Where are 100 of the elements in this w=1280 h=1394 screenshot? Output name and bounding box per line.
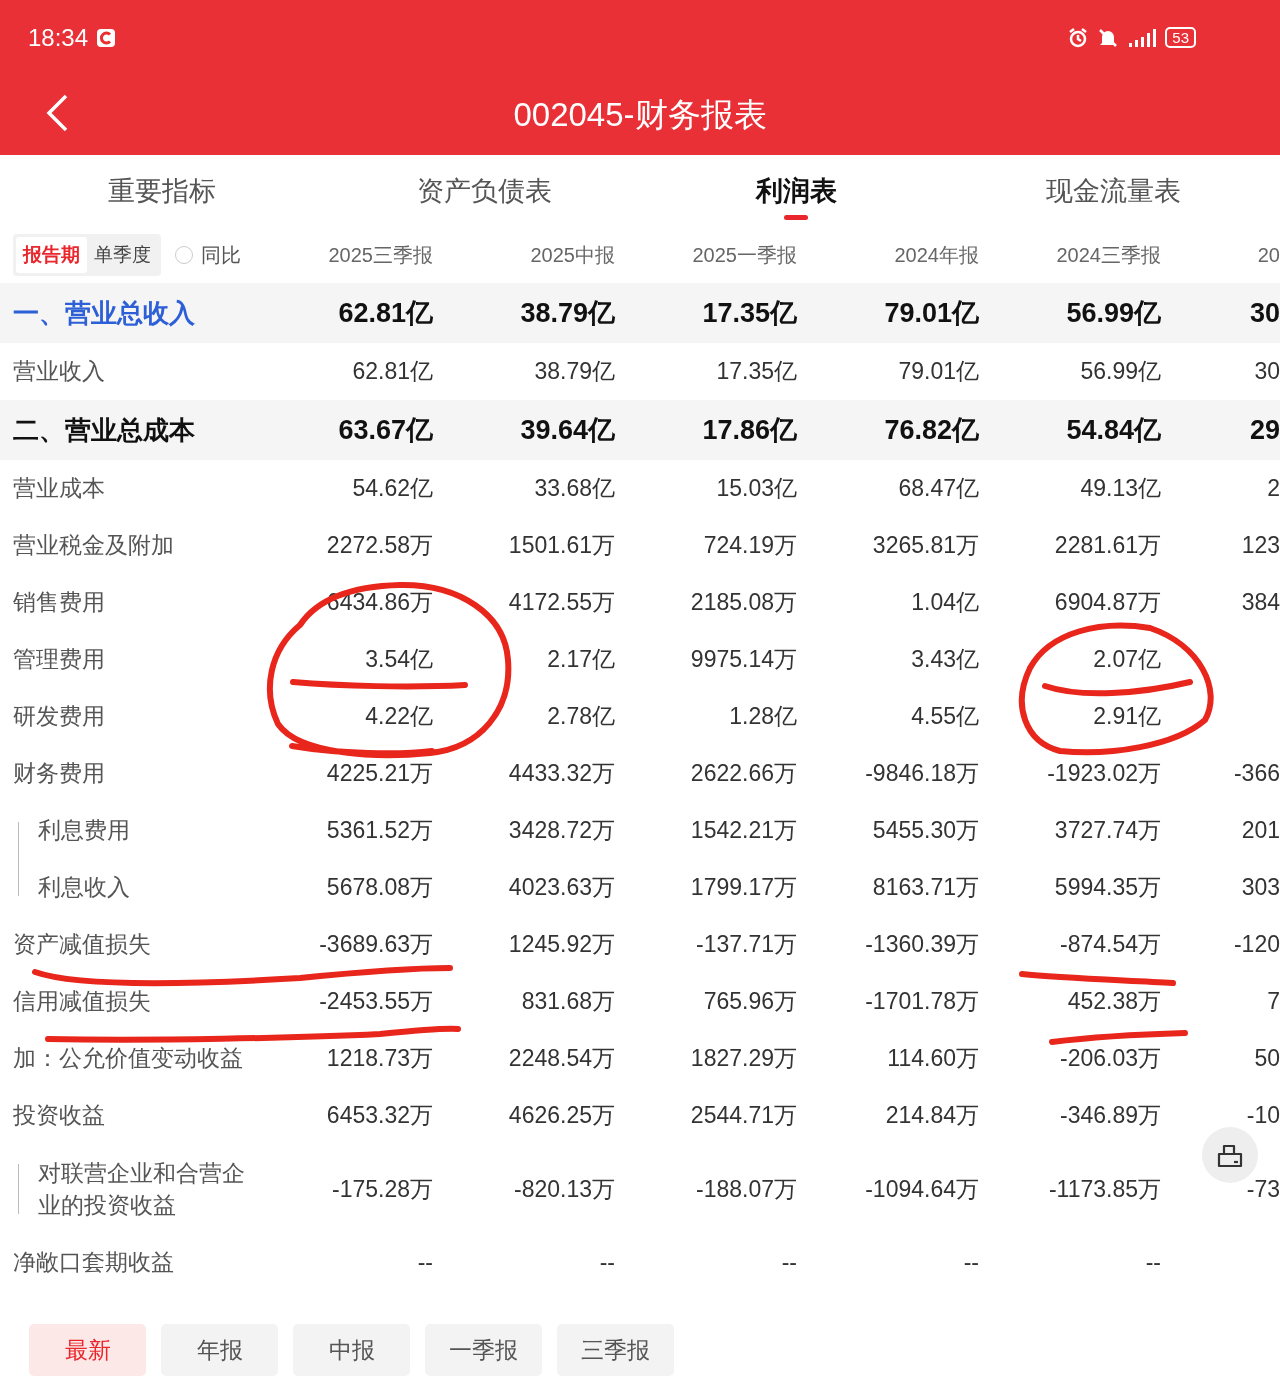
period-filter-button[interactable]: 最新 [29,1324,146,1376]
table-cell-text: -- [780,1249,797,1276]
table-cell-text: 54.84亿 [1065,414,1161,447]
table-cell-text: -137.71万 [695,930,797,959]
table-cell-text: 2185.08万 [689,588,797,617]
table-cell-text: -1173.85万 [1047,1174,1161,1204]
table-cell-text: 56.99亿 [1065,297,1161,330]
period-filter-button[interactable]: 三季报 [557,1324,674,1376]
table-cell-text: 7 [1266,988,1280,1015]
column-header: 2024年报 [893,242,979,268]
row-label: 营业税金及附加 [13,531,174,561]
table-cell-text: 2281.61万 [1053,531,1161,560]
table-cell-text: 3265.81万 [871,531,979,560]
app-notification-icon [96,27,117,48]
table-cell-text: 68.47亿 [897,474,979,503]
table-cell-text: -175.28万 [331,1174,433,1204]
table-cell-text: 5455.30万 [871,816,979,845]
table-cell-text: 49.13亿 [1079,474,1161,503]
table-cell-text: 63.67亿 [337,414,433,447]
table-cell-text: -9846.18万 [864,759,979,788]
table-cell-text: 2.78亿 [546,702,615,731]
table-cell-text: -1360.39万 [864,930,979,959]
status-time: 18:34 [28,23,89,52]
table-cell-text: 201 [1240,817,1280,844]
period-option[interactable]: 报告期 [16,237,87,273]
table-cell-text: -10 [1245,1102,1280,1129]
period-filter-button[interactable]: 年报 [161,1324,278,1376]
table-cell-text: 2248.54万 [507,1044,615,1073]
table-cell-text: 30 [1253,358,1280,385]
row-label: 净敞口套期收益 [13,1248,174,1278]
row-label: 研发费用 [13,702,105,732]
table-cell-text: 2.07亿 [1092,645,1161,674]
table-cell-text: -874.54万 [1059,930,1161,959]
period-filter-button[interactable]: 一季报 [425,1324,542,1376]
table-cell-text: 3727.74万 [1053,816,1161,845]
report-tab[interactable]: 现金流量表 [946,155,1280,227]
table-cell-text: -- [1144,1249,1161,1276]
table-cell-text: 62.81亿 [337,297,433,330]
signal-icon [1127,27,1158,48]
table-cell-text: 8163.71万 [871,873,979,902]
table-cell-text: 2.17亿 [546,645,615,674]
table-cell-text: 76.82亿 [883,414,979,447]
table-cell-text: 62.81亿 [351,357,433,386]
period-option[interactable]: 单季度 [87,237,158,273]
table-cell-text: 1799.17万 [689,873,797,902]
table-cell-text: 6453.32万 [325,1101,433,1130]
row-label: 资产减值损失 [13,930,151,960]
table-cell-text: 114.60万 [886,1044,979,1073]
row-label: 财务费用 [13,759,105,789]
table-cell-text: 2.91亿 [1092,702,1161,731]
row-label: 一、营业总收入 [13,296,195,330]
period-filter-button[interactable]: 中报 [293,1324,410,1376]
report-tab[interactable]: 资产负债表 [323,155,646,227]
table-cell-text: 123 [1240,532,1280,559]
table-cell-text: 765.96万 [702,987,797,1016]
row-label: 二、营业总成本 [13,413,195,447]
row-label: 投资收益 [13,1101,105,1131]
page-title: 002045-财务报表 [513,94,767,135]
table-cell-text: 29 [1248,414,1280,446]
yoy-label: 同比 [201,242,241,268]
table-cell-text: -346.89万 [1059,1101,1161,1130]
row-label: 对联营企业和合营企业的投资收益 [38,1158,246,1220]
table-cell-text: -3689.63万 [318,930,433,959]
table-cell-text: 79.01亿 [883,297,979,330]
row-label: 加：公允价值变动收益 [13,1044,243,1074]
battery-level: 53 [1165,27,1196,48]
table-cell-text: 9975.14万 [689,645,797,674]
table-cell-text: 1218.73万 [325,1044,433,1073]
table-cell-text: 2622.66万 [689,759,797,788]
table-cell-text: 4172.55万 [507,588,615,617]
table-cell-text: -1701.78万 [864,987,979,1016]
row-label: 管理费用 [13,645,105,675]
back-icon[interactable] [44,93,70,133]
table-cell-text: 2544.71万 [689,1101,797,1130]
table-cell-text: 3428.72万 [507,816,615,845]
table-cell-text: -73 [1245,1175,1280,1203]
table-cell-text: -820.13万 [513,1174,615,1204]
column-header: 2025一季报 [691,242,797,268]
table-cell-text: 831.68万 [520,987,615,1016]
table-cell-text: 17.86亿 [701,414,797,447]
table-cell-text: 3.43亿 [910,645,979,674]
table-cell-text: -- [598,1249,615,1276]
table-cell-text: 4023.63万 [507,873,615,902]
table-cell-text: 2272.58万 [325,531,433,560]
column-header: 2025三季报 [327,242,433,268]
row-label: 销售费用 [13,588,105,618]
table-cell-text: 15.03亿 [715,474,797,503]
report-tab[interactable]: 利润表 [646,155,946,227]
report-tab[interactable]: 重要指标 [0,155,323,227]
table-cell-text: 452.38万 [1066,987,1161,1016]
table-cell-text: 54.62亿 [351,474,433,503]
column-header: 2024三季报 [1055,242,1161,268]
table-cell-text: -2453.55万 [318,987,433,1016]
table-cell-text: 6904.87万 [1053,588,1161,617]
table-cell-text: 3.54亿 [364,645,433,674]
table-cell-text: 4.55亿 [910,702,979,731]
table-cell-text: 39.64亿 [519,414,615,447]
table-cell-text: 1.04亿 [910,588,979,617]
table-cell-text: 38.79亿 [533,357,615,386]
table-cell-text: -1094.64万 [864,1174,979,1204]
